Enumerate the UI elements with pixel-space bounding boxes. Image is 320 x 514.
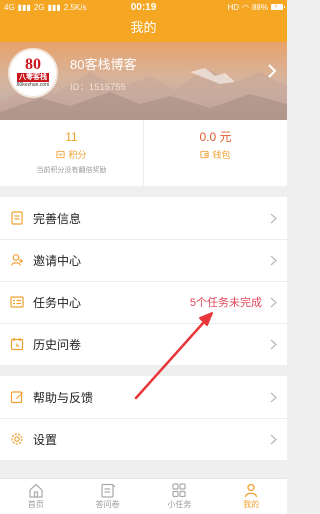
battery-level: 88% [251, 2, 268, 12]
chevron-right-icon [270, 297, 277, 307]
calendar-history-icon [9, 336, 25, 352]
points-note: 当前积分没有翻倍奖励 [36, 167, 107, 174]
menu-item-label: 设置 [33, 432, 58, 447]
wallet-icon [200, 150, 210, 159]
menu-item-label: 邀请中心 [33, 253, 82, 268]
wallet-label: 钱包 [212, 150, 231, 160]
menu-item-label: 任务中心 [33, 295, 82, 310]
questionnaire-icon [101, 483, 116, 498]
home-icon [29, 483, 43, 498]
menu-group-support: 帮助与反馈 设置 [0, 376, 287, 460]
menu-item-invite[interactable]: 邀请中心 [0, 239, 287, 281]
avatar[interactable]: 80 八零客栈 80kezhan.com [8, 48, 58, 98]
menu-item-label: 历史问卷 [33, 337, 82, 352]
chevron-right-icon [270, 434, 277, 444]
avatar-logo-text: 八零客栈 [17, 73, 49, 82]
tab-label: 小任务 [167, 500, 192, 509]
person-icon [244, 483, 258, 498]
battery-icon: ⚡ [271, 4, 285, 10]
bottom-tab-bar: 首页 答问卷 小任务 我的 [0, 478, 287, 514]
menu-group-account: 完善信息 邀请中心 任务中心 5个任务未完成 历史问卷 [0, 197, 287, 365]
avatar-logo-number: 80 [25, 56, 41, 73]
tab-label: 我的 [243, 500, 260, 509]
profile-header[interactable]: 80 八零客栈 80kezhan.com 80客栈博客 ID：1515755 [0, 42, 287, 120]
points-label: 积分 [68, 150, 87, 160]
gear-icon [9, 431, 25, 447]
stats-panel: 11 积分 当前积分没有翻倍奖励 0.0 元 钱包 [0, 120, 287, 186]
wifi-icon: ◠ [242, 2, 249, 12]
tab-label: 答问卷 [95, 500, 120, 509]
grid-tasks-icon [172, 483, 186, 498]
wallet-value: 0.0 元 [199, 130, 232, 144]
chevron-right-icon [270, 255, 277, 265]
tab-label: 首页 [27, 500, 44, 509]
signal-icon: ▮▮▮ [17, 2, 31, 12]
task-list-icon [9, 294, 25, 310]
points-icon [56, 150, 66, 159]
wallet-stat[interactable]: 0.0 元 钱包 [143, 120, 287, 186]
tab-small-tasks[interactable]: 小任务 [144, 479, 216, 514]
tab-questionnaire[interactable]: 答问卷 [72, 479, 144, 514]
avatar-logo-domain: 80kezhan.com [16, 82, 50, 88]
points-stat[interactable]: 11 积分 当前积分没有翻倍奖励 [0, 120, 143, 186]
network-type-2: 2G [33, 2, 45, 12]
menu-item-history[interactable]: 历史问卷 [0, 323, 287, 365]
chevron-right-icon [270, 213, 277, 223]
tab-home[interactable]: 首页 [0, 479, 72, 514]
network-speed: 2.5K/s [63, 2, 87, 12]
network-type: 4G [4, 2, 15, 12]
menu-item-label: 帮助与反馈 [33, 390, 94, 405]
tab-mine[interactable]: 我的 [215, 479, 287, 514]
profile-form-icon [9, 210, 25, 226]
menu-item-complete-info[interactable]: 完善信息 [0, 197, 287, 239]
page-title: 我的 [0, 14, 287, 42]
menu-item-settings[interactable]: 设置 [0, 418, 287, 460]
edit-feedback-icon [9, 389, 25, 405]
hd-badge: HD [227, 2, 239, 12]
chevron-right-icon [268, 64, 277, 78]
menu-item-task-center[interactable]: 任务中心 5个任务未完成 [0, 281, 287, 323]
status-bar: 4G ▮▮▮ 2G ▮▮▮ 2.5K/s 00:19 HD ◠ 88% ⚡ [0, 0, 287, 14]
points-value: 11 [65, 130, 78, 144]
chevron-right-icon [270, 392, 277, 402]
username: 80客栈博客 [70, 57, 137, 72]
signal-icon-2: ▮▮▮ [47, 2, 61, 12]
task-pending-count: 5个任务未完成 [189, 297, 262, 309]
invite-user-icon [9, 252, 25, 268]
menu-item-help-feedback[interactable]: 帮助与反馈 [0, 376, 287, 418]
chevron-right-icon [270, 339, 277, 349]
user-id: ID：1515755 [70, 82, 127, 92]
menu-item-label: 完善信息 [33, 211, 82, 226]
